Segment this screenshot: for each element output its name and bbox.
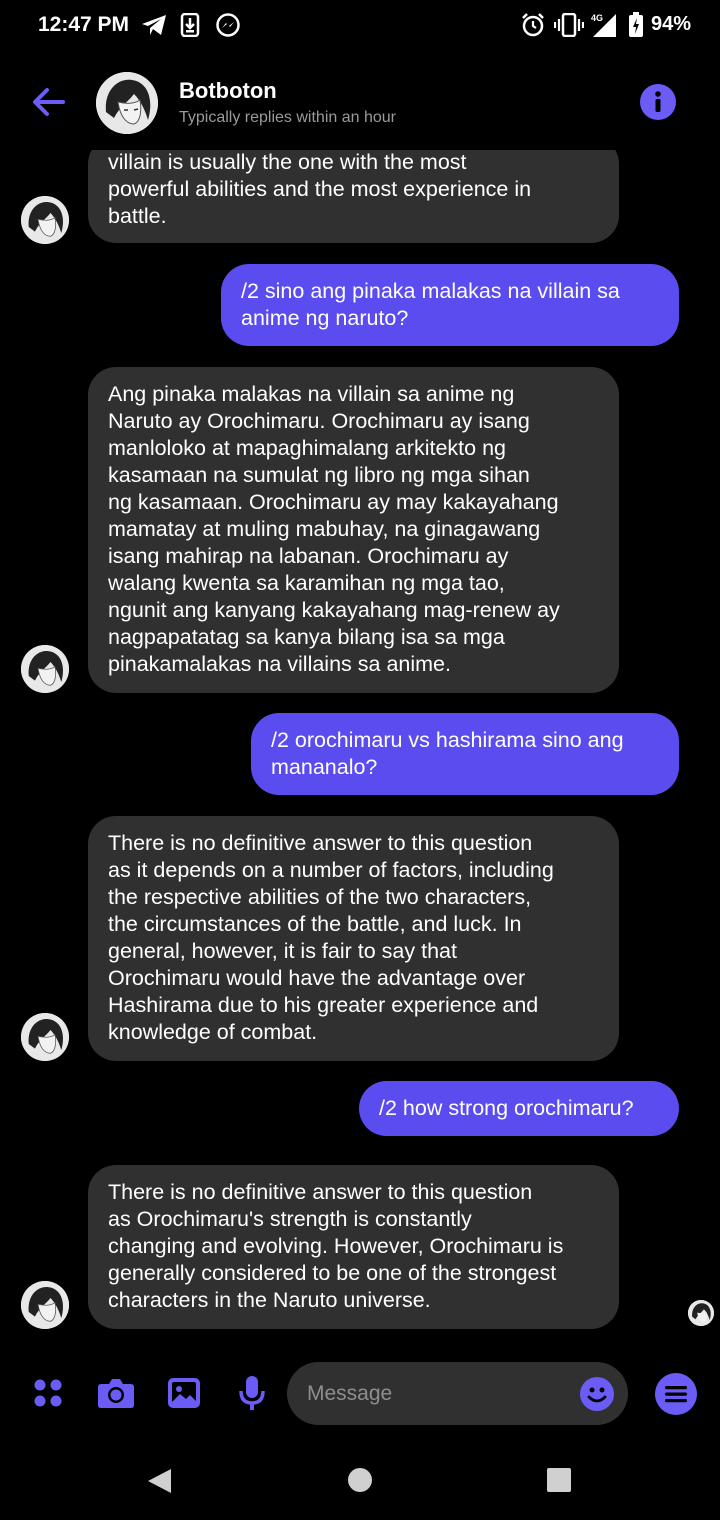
- message-bubble-incoming[interactable]: There is no definitive answer to this qu…: [88, 816, 619, 1061]
- info-icon: [655, 91, 661, 112]
- message-bubble-incoming[interactable]: There is no definitive answer to this qu…: [88, 1165, 619, 1329]
- camera-icon: [98, 1379, 134, 1408]
- signal-icon: 4G: [588, 12, 618, 38]
- contact-status: Typically replies within an hour: [179, 109, 396, 126]
- bot-avatar[interactable]: [21, 196, 69, 244]
- menu-icon: [665, 1386, 687, 1403]
- voice-button[interactable]: [232, 1373, 272, 1413]
- square-recents-icon: [547, 1468, 571, 1492]
- back-button[interactable]: [26, 82, 70, 122]
- emoji-button[interactable]: [580, 1377, 614, 1411]
- gallery-button[interactable]: [164, 1373, 204, 1413]
- download-icon: [178, 12, 202, 38]
- message-bubble-incoming[interactable]: villain is usually the one with the most…: [88, 150, 619, 243]
- system-nav-bar: [0, 1445, 720, 1520]
- status-time: 12:47 PM: [38, 13, 130, 36]
- battery-icon: [626, 12, 646, 38]
- microphone-icon: [239, 1376, 265, 1410]
- info-button[interactable]: [640, 84, 676, 120]
- message-bubble-outgoing[interactable]: /2 sino ang pinaka malakas na villain sa…: [221, 264, 679, 346]
- bot-avatar[interactable]: [21, 1013, 69, 1061]
- alarm-icon: [519, 12, 547, 38]
- contact-avatar[interactable]: [96, 72, 158, 134]
- battery-percent: 94%: [651, 13, 692, 35]
- message-composer: [0, 1345, 720, 1445]
- message-input[interactable]: [287, 1362, 628, 1425]
- menu-button[interactable]: [655, 1373, 697, 1415]
- apps-button[interactable]: [28, 1373, 68, 1413]
- read-receipt-avatar: [688, 1300, 714, 1326]
- message-thread[interactable]: villain is usually the one with the most…: [0, 150, 720, 1345]
- nav-recents-button[interactable]: [546, 1467, 572, 1498]
- triangle-back-icon: [148, 1469, 171, 1493]
- contact-name[interactable]: Botboton: [179, 78, 277, 104]
- telegram-icon: [140, 12, 168, 38]
- image-icon: [168, 1378, 200, 1408]
- bot-avatar[interactable]: [21, 1281, 69, 1329]
- nav-home-button[interactable]: [347, 1467, 373, 1498]
- message-bubble-outgoing[interactable]: /2 orochimaru vs hashirama sino ang mana…: [251, 713, 679, 795]
- apps-icon: [34, 1379, 62, 1407]
- vibrate-icon: [554, 12, 584, 38]
- messenger-icon: [214, 12, 242, 38]
- status-bar: 12:47 PM 4G 94%: [0, 0, 720, 52]
- camera-button[interactable]: [96, 1373, 136, 1413]
- circle-home-icon: [348, 1468, 372, 1492]
- nav-back-button[interactable]: [145, 1467, 173, 1500]
- emoji-icon: [587, 1387, 607, 1403]
- bot-avatar[interactable]: [21, 645, 69, 693]
- conversation-header: Botboton Typically replies within an hou…: [0, 52, 720, 152]
- network-type: 4G: [591, 13, 603, 23]
- message-bubble-incoming[interactable]: Ang pinaka malakas na villain sa anime n…: [88, 367, 619, 693]
- arrow-left-icon: [33, 88, 65, 116]
- message-bubble-outgoing[interactable]: /2 how strong orochimaru?: [359, 1081, 679, 1136]
